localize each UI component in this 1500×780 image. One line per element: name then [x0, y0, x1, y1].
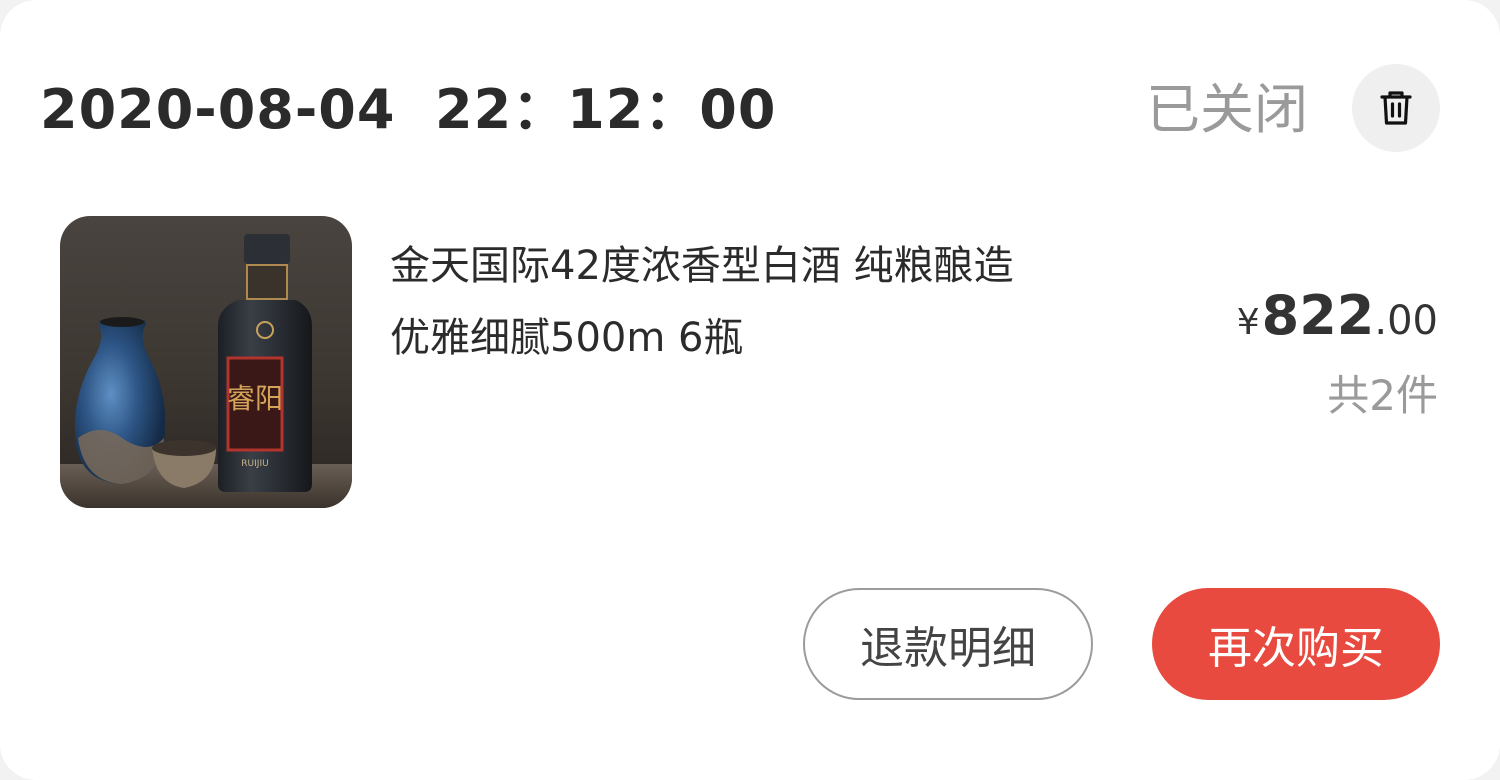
price-integer: 822: [1261, 284, 1375, 347]
refund-details-button[interactable]: 退款明细: [803, 588, 1093, 700]
product-quantity: 共2件: [1327, 371, 1438, 420]
delete-order-button[interactable]: [1352, 64, 1440, 152]
order-status: 已关闭: [1146, 78, 1308, 141]
price-currency: ¥: [1236, 302, 1260, 343]
trash-icon: [1380, 91, 1412, 125]
product-title-line-1: 金天国际42度浓香型白酒 纯粮酿造: [390, 243, 1014, 289]
order-card: 2020-08-04 22：12：00 已关闭 睿阳 RUIJIU 金天国际42…: [0, 0, 1500, 780]
product-image-brand-text: 睿阳: [227, 382, 283, 415]
buy-again-button[interactable]: 再次购买: [1152, 588, 1440, 700]
product-image[interactable]: 睿阳 RUIJIU: [60, 216, 352, 508]
product-image-brand-sub: RUIJIU: [241, 459, 268, 469]
product-price: ¥ 822 .00: [1237, 284, 1438, 347]
product-title[interactable]: 金天国际42度浓香型白酒 纯粮酿造 优雅细腻500m 6瓶: [390, 230, 1170, 374]
product-title-line-2: 优雅细腻500m 6瓶: [390, 315, 744, 361]
price-decimal: .00: [1374, 298, 1438, 344]
order-time: 2020-08-04 22：12：00: [40, 78, 777, 141]
